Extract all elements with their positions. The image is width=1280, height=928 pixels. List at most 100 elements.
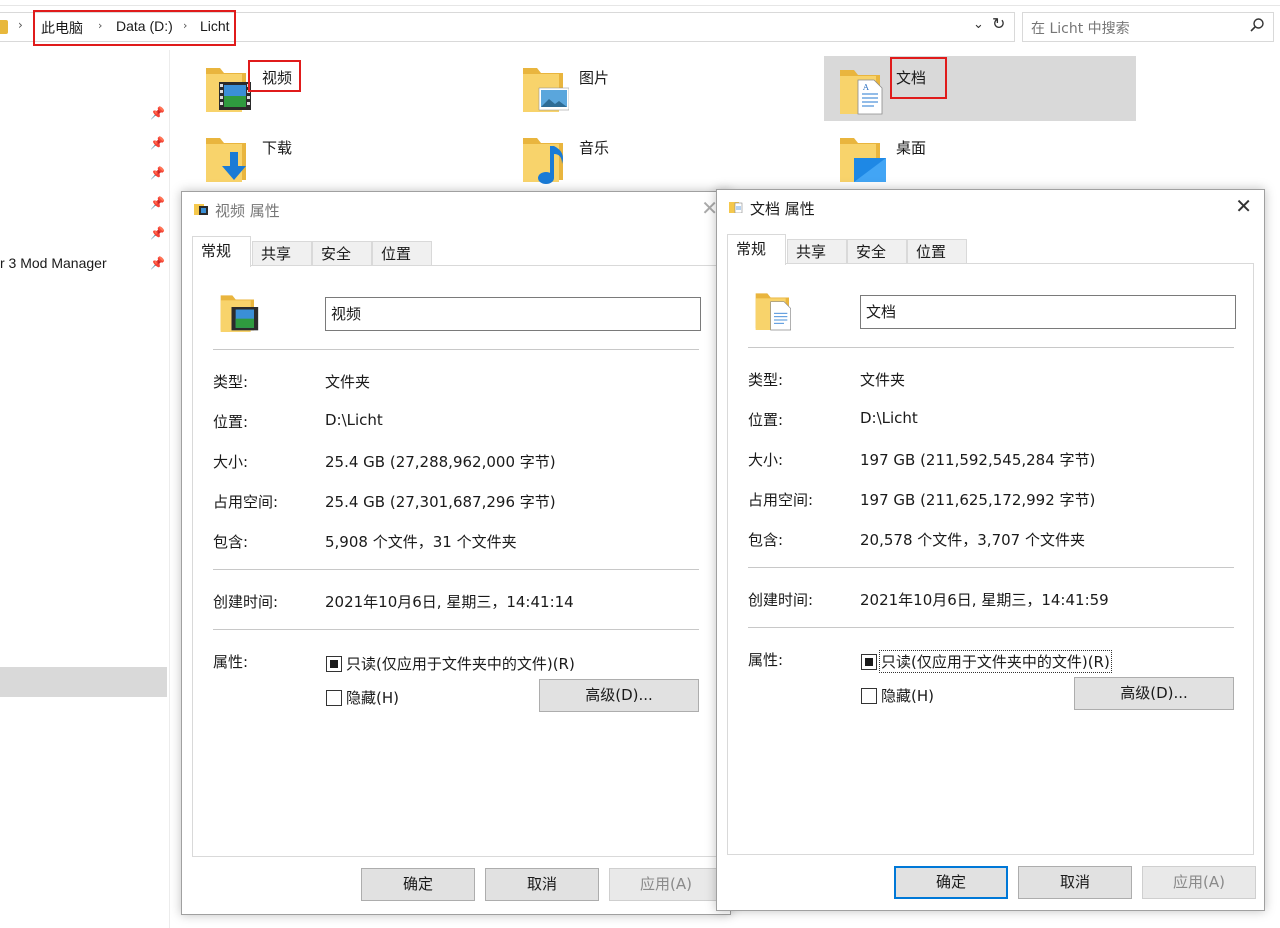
hidden-label[interactable]: 隐藏(H) xyxy=(881,685,934,706)
refresh-icon[interactable]: ↻ xyxy=(992,14,1005,33)
tab-general[interactable]: 常规 xyxy=(727,234,786,265)
readonly-checkbox[interactable] xyxy=(326,656,342,672)
location-label: 位置: xyxy=(748,411,784,429)
search-placeholder: 在 Licht 中搜索 xyxy=(1031,21,1130,37)
folder-tile-documents[interactable]: A 文档 xyxy=(824,56,1136,121)
chevron-right-icon[interactable]: › xyxy=(18,18,23,32)
documents-folder-icon xyxy=(729,202,743,213)
apply-button[interactable]: 应用(A) xyxy=(1142,866,1256,899)
folder-tile-downloads[interactable]: 下载 xyxy=(204,130,324,196)
ok-button[interactable]: 确定 xyxy=(894,866,1008,899)
created-label: 创建时间: xyxy=(213,593,279,611)
video-folder-icon xyxy=(194,204,208,215)
attributes-label: 属性: xyxy=(213,653,249,671)
pin-icon[interactable]: 📌 xyxy=(150,226,165,240)
contains-label: 包含: xyxy=(213,533,249,551)
pin-icon[interactable]: 📌 xyxy=(150,136,165,150)
nav-selected-item[interactable] xyxy=(0,667,167,697)
tab-sharing[interactable]: 共享 xyxy=(252,241,312,266)
search-input[interactable]: 在 Licht 中搜索 xyxy=(1022,12,1274,42)
chevron-right-icon[interactable]: › xyxy=(98,19,102,32)
size-label: 大小: xyxy=(213,453,249,471)
tab-sharing[interactable]: 共享 xyxy=(787,239,847,264)
label-highlight xyxy=(248,60,301,92)
close-icon[interactable]: ✕ xyxy=(1235,194,1252,218)
general-tab-panel: 视频 类型: 文件夹 位置: D:\Licht 大小: 25.4 GB (27,… xyxy=(192,265,722,857)
size-on-disk-label: 占用空间: xyxy=(213,493,279,511)
divider xyxy=(213,349,699,350)
chevron-right-icon[interactable]: › xyxy=(183,19,187,32)
folder-name-input[interactable]: 文档 xyxy=(860,295,1236,329)
documents-folder-icon xyxy=(755,293,791,331)
created-label: 创建时间: xyxy=(748,591,814,609)
location-value: D:\Licht xyxy=(860,409,918,427)
video-folder-icon xyxy=(220,295,259,332)
folder-label: 桌面 xyxy=(896,139,927,157)
type-value: 文件夹 xyxy=(860,371,906,389)
search-icon[interactable] xyxy=(1249,17,1265,33)
music-folder-icon xyxy=(523,138,563,184)
pin-icon[interactable]: 📌 xyxy=(150,106,165,120)
tab-location[interactable]: 位置 xyxy=(907,239,967,264)
size-label: 大小: xyxy=(748,451,784,469)
breadcrumb-this-pc[interactable]: 此电脑 xyxy=(41,18,83,38)
cancel-button[interactable]: 取消 xyxy=(1018,866,1132,899)
divider xyxy=(213,629,699,630)
folder-icon xyxy=(0,20,8,34)
apply-button[interactable]: 应用(A) xyxy=(609,868,723,901)
readonly-label[interactable]: 只读(仅应用于文件夹中的文件)(R) xyxy=(346,653,575,674)
properties-dialog-documents: 文档 属性 ✕ 常规 共享 安全 位置 文档 类型: 文件夹 位置: D:\Li… xyxy=(716,189,1265,911)
dialog-titlebar[interactable]: 文档 属性 ✕ xyxy=(717,190,1264,224)
divider xyxy=(748,567,1234,568)
location-value: D:\Licht xyxy=(325,411,383,429)
navigation-pane: 📌 📌 📌 📌 📌 📌 xyxy=(0,50,170,928)
tab-security[interactable]: 安全 xyxy=(312,241,372,266)
breadcrumb-licht[interactable]: Licht xyxy=(200,18,230,34)
tab-security[interactable]: 安全 xyxy=(847,239,907,264)
tab-general[interactable]: 常规 xyxy=(192,236,251,267)
advanced-button[interactable]: 高级(D)... xyxy=(539,679,699,712)
dialog-title: 文档 属性 xyxy=(750,200,815,218)
divider xyxy=(213,569,699,570)
folder-label: 音乐 xyxy=(579,139,610,157)
nav-item-mod-manager[interactable]: r 3 Mod Manager xyxy=(0,255,107,271)
folder-tile-pictures[interactable]: 图片 xyxy=(521,60,641,126)
readonly-label[interactable]: 只读(仅应用于文件夹中的文件)(R) xyxy=(879,650,1112,673)
divider xyxy=(748,627,1234,628)
label-highlight xyxy=(890,57,947,99)
tab-location[interactable]: 位置 xyxy=(372,241,432,266)
history-dropdown-icon[interactable]: ⌄ xyxy=(973,17,984,32)
cancel-button[interactable]: 取消 xyxy=(485,868,599,901)
pin-icon[interactable]: 📌 xyxy=(150,166,165,180)
breadcrumb-drive[interactable]: Data (D:) xyxy=(116,18,173,34)
ok-button[interactable]: 确定 xyxy=(361,868,475,901)
properties-dialog-videos: 视频 属性 ✕ 常规 共享 安全 位置 视频 类型: 文件夹 位置: D:\Li… xyxy=(181,191,731,915)
attributes-label: 属性: xyxy=(748,651,784,669)
folder-name-input[interactable]: 视频 xyxy=(325,297,701,331)
folder-tile-desktop[interactable]: 桌面 xyxy=(838,130,958,196)
folder-label: 图片 xyxy=(579,69,610,87)
folder-label: 下载 xyxy=(262,139,293,157)
video-folder-icon xyxy=(206,68,251,112)
pictures-folder-icon xyxy=(523,68,569,112)
created-value: 2021年10月6日, 星期三，14:41:59 xyxy=(860,591,1109,609)
size-value: 25.4 GB (27,288,962,000 字节) xyxy=(325,453,556,471)
downloads-folder-icon xyxy=(206,138,246,182)
hidden-checkbox[interactable] xyxy=(326,690,342,706)
size-on-disk-value: 25.4 GB (27,301,687,296 字节) xyxy=(325,493,556,511)
folder-tile-music[interactable]: 音乐 xyxy=(521,130,641,196)
contains-label: 包含: xyxy=(748,531,784,549)
readonly-checkbox[interactable] xyxy=(861,654,877,670)
hidden-label[interactable]: 隐藏(H) xyxy=(346,687,399,708)
contains-value: 5,908 个文件，31 个文件夹 xyxy=(325,533,517,551)
pin-icon[interactable]: 📌 xyxy=(150,196,165,210)
hidden-checkbox[interactable] xyxy=(861,688,877,704)
type-value: 文件夹 xyxy=(325,373,371,391)
type-label: 类型: xyxy=(748,371,784,389)
contains-value: 20,578 个文件，3,707 个文件夹 xyxy=(860,531,1085,549)
dialog-titlebar[interactable]: 视频 属性 ✕ xyxy=(182,192,730,226)
advanced-button[interactable]: 高级(D)... xyxy=(1074,677,1234,710)
desktop-folder-icon xyxy=(840,138,886,182)
pin-icon[interactable]: 📌 xyxy=(150,256,165,270)
created-value: 2021年10月6日, 星期三，14:41:14 xyxy=(325,593,574,611)
